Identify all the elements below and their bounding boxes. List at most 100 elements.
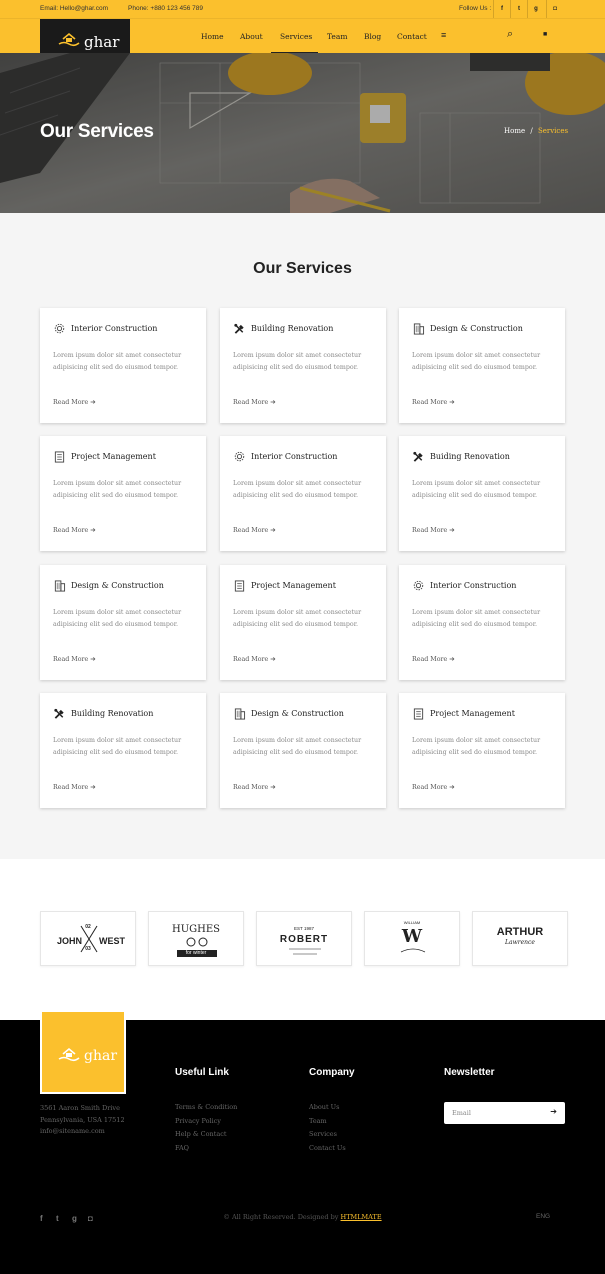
read-more-link[interactable]: Read More ➔ (412, 399, 455, 406)
company-link[interactable]: About Us (309, 1103, 339, 1111)
contact-phone[interactable]: Phone: +880 123 456 789 (128, 5, 203, 12)
useful-links-title: Useful Link (175, 1067, 229, 1078)
document-icon (234, 580, 245, 592)
read-more-link[interactable]: Read More ➔ (53, 656, 96, 663)
copyright: © All Right Reserved. Designed by HTMLMA… (0, 1213, 605, 1221)
menu-icon[interactable]: ≡ (441, 30, 446, 40)
newsletter-form: ➔ (444, 1102, 565, 1124)
client-number-bottom: 03 (85, 946, 91, 952)
underline-ornament-icon (289, 948, 321, 955)
read-more-link[interactable]: Read More ➔ (412, 527, 455, 534)
service-card[interactable]: Design & Construction Lorem ipsum dolor s… (40, 565, 206, 680)
service-card-description: Lorem ipsum dolor sit amet consectetur a… (53, 352, 182, 371)
read-more-link[interactable]: Read More ➔ (53, 784, 96, 791)
nav-item-home[interactable]: Home (201, 32, 224, 41)
client-logo-robert[interactable]: EST 1987 ROBERT (256, 911, 352, 966)
read-more-link[interactable]: Read More ➔ (53, 527, 96, 534)
footer-logo[interactable]: ghar (40, 1010, 126, 1094)
footer-brand-name: ghar (84, 1048, 118, 1064)
designer-link[interactable]: HTMLMATE (341, 1213, 382, 1221)
script-ornament-icon (400, 948, 426, 953)
newsletter-submit-button[interactable]: ➔ (550, 1107, 557, 1116)
client-name-right: WEST (99, 936, 125, 946)
read-more-link[interactable]: Read More ➔ (233, 784, 276, 791)
read-more-link[interactable]: Read More ➔ (412, 656, 455, 663)
nav-item-team[interactable]: Team (327, 32, 347, 41)
document-icon (54, 451, 65, 463)
nav-item-blog[interactable]: Blog (364, 32, 381, 41)
google-plus-icon[interactable]: g (527, 0, 544, 18)
service-card[interactable]: Building Renovation Lorem ipsum dolor sit… (40, 693, 206, 808)
contact-email[interactable]: Email: Hello@ghar.com (40, 5, 108, 12)
gear-icon (234, 451, 245, 462)
company-link[interactable]: Services (309, 1130, 337, 1138)
client-logo-john-west[interactable]: JOHN WEST 02 03 (40, 911, 136, 966)
service-card-title: Design & Construction (430, 324, 523, 333)
newsletter-email-input[interactable] (452, 1107, 542, 1119)
service-card-title: Design & Construction (71, 581, 164, 590)
service-card[interactable]: Design & Construction Lorem ipsum dolor s… (220, 693, 386, 808)
search-icon[interactable]: ⌕ (507, 28, 513, 41)
service-card-description: Lorem ipsum dolor sit amet consectetur a… (53, 737, 182, 756)
service-card-description: Lorem ipsum dolor sit amet consectetur a… (233, 609, 362, 628)
service-card[interactable]: Design & Construction Lorem ipsum dolor s… (399, 308, 565, 423)
client-tagline: Lawrence (505, 939, 535, 946)
service-card[interactable]: Interior Construction Lorem ipsum dolor s… (220, 436, 386, 551)
nav-item-contact[interactable]: Contact (397, 32, 427, 41)
client-logo-william[interactable]: WILLIAM W (364, 911, 460, 966)
facebook-icon[interactable]: f (493, 0, 510, 18)
service-card[interactable]: Project Management Lorem ipsum dolor sit … (399, 693, 565, 808)
site-footer: ghar 3561 Aaron Smith Drive Pennsylvania… (0, 1010, 605, 1274)
clients-section: JOHN WEST 02 03 HUGHES for winter EST 19… (0, 859, 605, 1020)
hand-house-icon (58, 1047, 80, 1062)
useful-link[interactable]: Terms & Condition (175, 1103, 237, 1111)
service-card[interactable]: Interior Construction Lorem ipsum dolor s… (40, 308, 206, 423)
gear-icon (54, 323, 65, 334)
client-logo-hughes[interactable]: HUGHES for winter (148, 911, 244, 966)
twitter-icon[interactable]: t (510, 0, 527, 18)
read-more-link[interactable]: Read More ➔ (53, 399, 96, 406)
service-card[interactable]: Building Renovation Lorem ipsum dolor sit… (220, 308, 386, 423)
service-card-title: Project Management (71, 452, 156, 461)
service-card[interactable]: Buiding Renovation Lorem ipsum dolor sit … (399, 436, 565, 551)
service-card-description: Lorem ipsum dolor sit amet consectetur a… (233, 480, 362, 499)
nav-item-about[interactable]: About (240, 32, 263, 41)
breadcrumb-home[interactable]: Home (504, 127, 525, 135)
service-card-title: Interior Construction (71, 324, 158, 333)
page-hero: Our Services Home / Services (0, 53, 605, 213)
useful-link[interactable]: FAQ (175, 1144, 189, 1152)
chat-icon[interactable]: ■ (543, 31, 547, 38)
company-link[interactable]: Contact Us (309, 1144, 346, 1152)
service-card[interactable]: Interior Construction Lorem ipsum dolor s… (399, 565, 565, 680)
useful-link[interactable]: Help & Contact (175, 1130, 227, 1138)
tools-icon (54, 708, 64, 719)
tools-icon (234, 323, 244, 334)
language-selector[interactable]: ENG (536, 1213, 550, 1220)
follow-us-label: Follow Us : (459, 5, 492, 12)
read-more-link[interactable]: Read More ➔ (233, 527, 276, 534)
building-icon (234, 708, 246, 720)
service-card-description: Lorem ipsum dolor sit amet consectetur a… (53, 480, 182, 499)
nav-item-services[interactable]: Services (280, 32, 312, 41)
footer-email[interactable]: info@sitename.com (40, 1127, 105, 1135)
service-card-description: Lorem ipsum dolor sit amet consectetur a… (412, 352, 541, 371)
company-link[interactable]: Team (309, 1117, 327, 1125)
service-card[interactable]: Project Management Lorem ipsum dolor sit … (40, 436, 206, 551)
read-more-link[interactable]: Read More ➔ (233, 656, 276, 663)
client-logo-arthur[interactable]: ARTHUR Lawrence (472, 911, 568, 966)
service-card-title: Buiding Renovation (430, 452, 510, 461)
service-card[interactable]: Project Management Lorem ipsum dolor sit … (220, 565, 386, 680)
top-bar: Email: Hello@ghar.com Phone: +880 123 45… (0, 0, 605, 18)
client-number-top: 02 (85, 924, 91, 930)
page-title: Our Services (40, 121, 154, 142)
company-title: Company (309, 1067, 355, 1078)
useful-link[interactable]: Privacy Policy (175, 1117, 221, 1125)
instagram-icon[interactable]: ◘ (546, 0, 563, 18)
client-name: ARTHUR (496, 926, 544, 938)
copyright-text: © All Right Reserved. Designed by (223, 1213, 339, 1221)
service-card-title: Design & Construction (251, 709, 344, 718)
breadcrumb-separator: / (530, 127, 533, 135)
glasses-icon (177, 937, 217, 957)
read-more-link[interactable]: Read More ➔ (233, 399, 276, 406)
read-more-link[interactable]: Read More ➔ (412, 784, 455, 791)
